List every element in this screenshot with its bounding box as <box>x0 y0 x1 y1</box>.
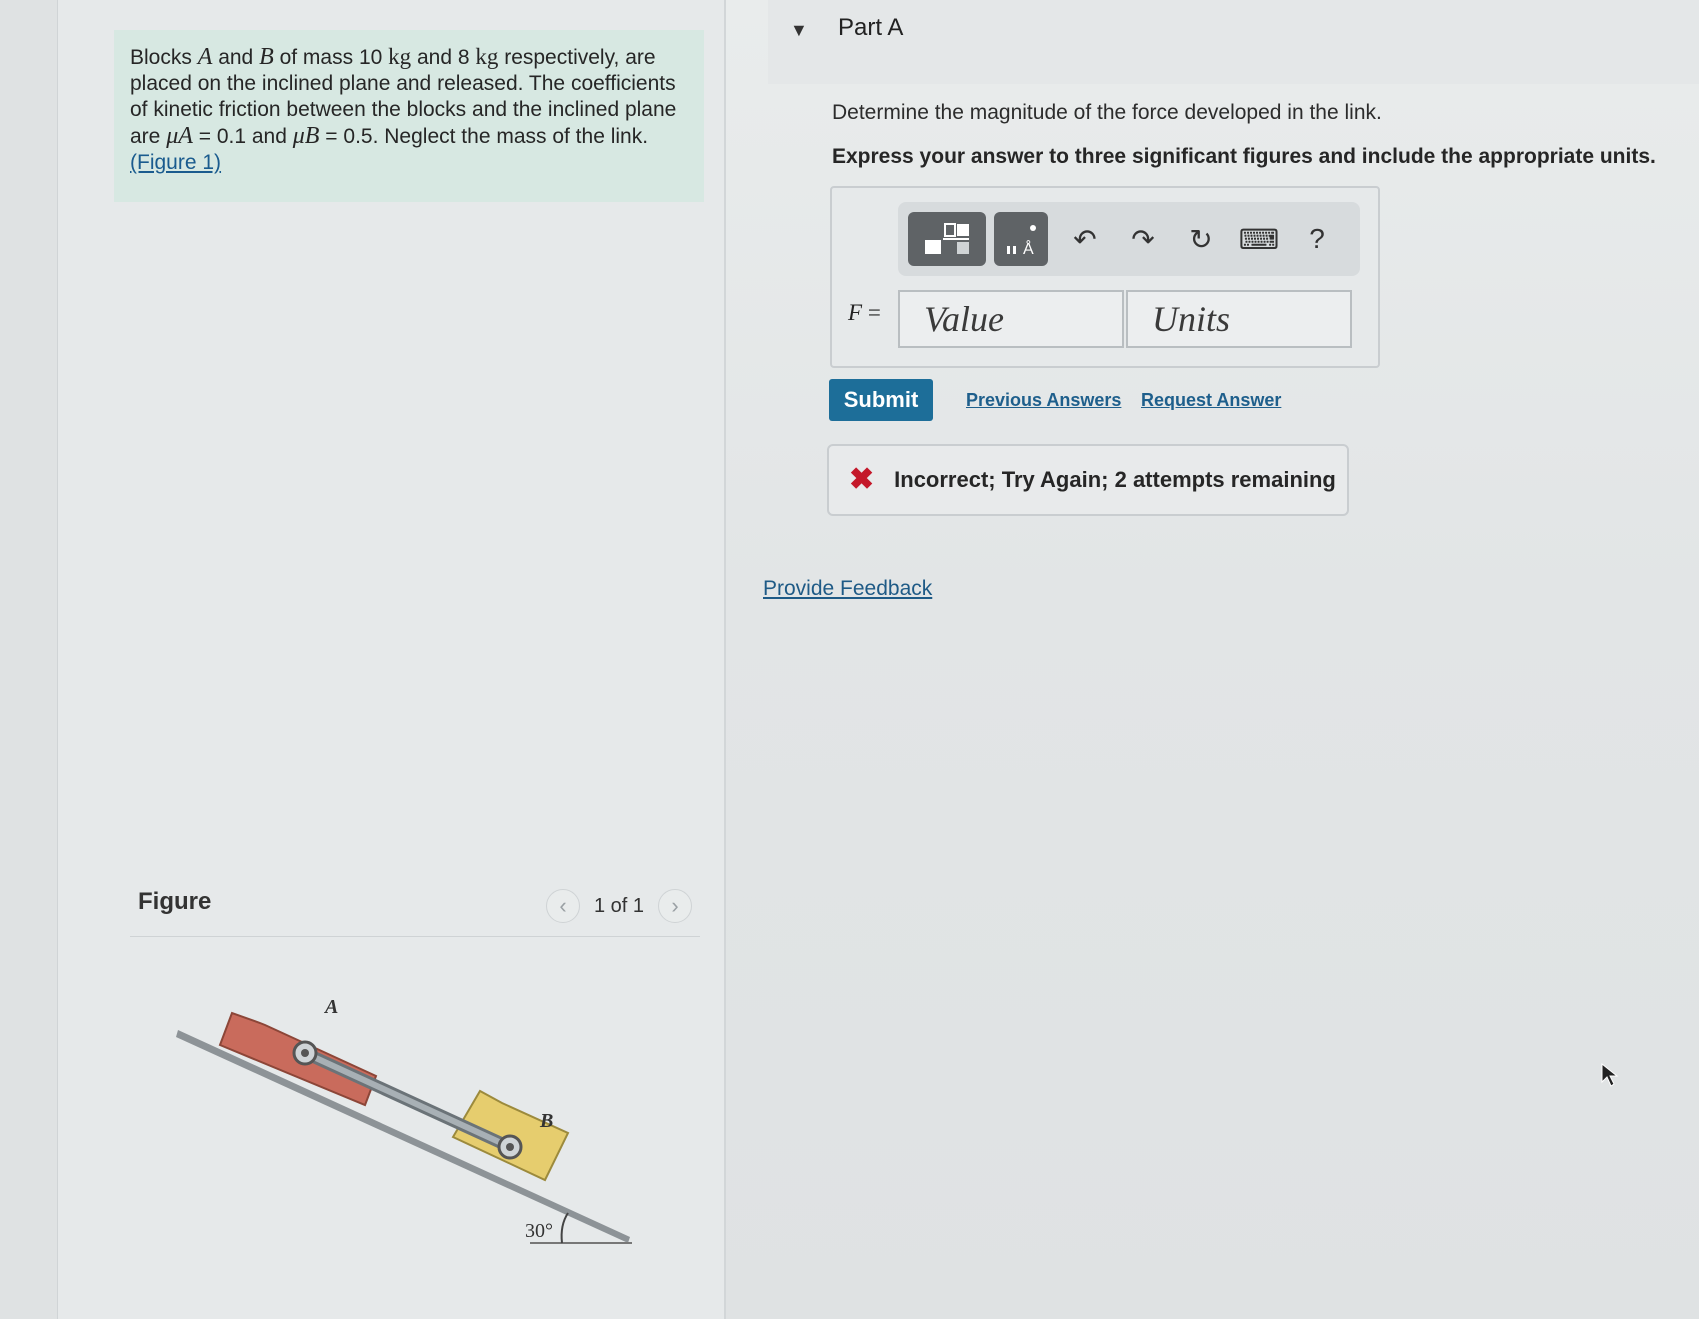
unit-kg: kg <box>388 44 412 69</box>
templates-icon[interactable] <box>908 212 986 266</box>
units-input[interactable] <box>1126 290 1352 348</box>
problem-statement: Blocks A and B of mass 10 kg and 8 kg re… <box>114 30 704 202</box>
submit-button[interactable]: Submit <box>829 379 933 421</box>
redo-icon[interactable]: ↷ <box>1114 212 1172 266</box>
undo-icon[interactable]: ↶ <box>1056 212 1114 266</box>
problem-text: Blocks <box>130 46 198 69</box>
instruction-text: Express your answer to three significant… <box>832 145 1656 168</box>
label-a: A <box>323 996 338 1018</box>
math-toolbar: Å ↶ ↷ ↻ ⌨ ? <box>898 202 1360 276</box>
label-b: B <box>539 1110 553 1132</box>
mu-a: μA <box>166 123 193 149</box>
problem-text: = 0.5. Neglect the mass of the link. <box>319 125 649 148</box>
unit-kg: kg <box>475 44 499 69</box>
feedback-text: Incorrect; Try Again; 2 attempts remaini… <box>894 467 1336 492</box>
request-answer-link[interactable]: Request Answer <box>1141 390 1281 411</box>
figure-link[interactable]: (Figure 1) <box>130 151 221 174</box>
pin-a-center <box>301 1049 309 1057</box>
chevron-left-icon[interactable]: ‹ <box>546 889 580 923</box>
figure-pager: ‹ 1 of 1 › <box>546 888 693 924</box>
feedback-message: ✖ Incorrect; Try Again; 2 attempts remai… <box>827 444 1349 516</box>
answer-var: F <box>848 300 863 325</box>
window-edge <box>0 0 58 1319</box>
part-title[interactable]: Part A <box>838 14 903 42</box>
divider <box>130 936 700 937</box>
figure-title: Figure <box>138 888 212 915</box>
value-input[interactable] <box>898 290 1124 348</box>
reset-icon[interactable]: ↻ <box>1172 212 1230 266</box>
pin-b-center <box>506 1143 514 1151</box>
answer-equals: = <box>862 300 881 325</box>
question-text: Determine the magnitude of the force dev… <box>832 101 1382 124</box>
help-icon[interactable]: ? <box>1288 212 1346 266</box>
angle-label: 30° <box>525 1220 553 1242</box>
var-b: B <box>259 44 274 70</box>
keyboard-icon[interactable]: ⌨ <box>1230 212 1288 266</box>
previous-answers-link[interactable]: Previous Answers <box>966 390 1121 411</box>
x-icon: ✖ <box>849 463 875 496</box>
incline-figure: A B 30° <box>176 996 632 1244</box>
problem-text: = 0.1 and <box>192 125 293 148</box>
angle-arc <box>560 1212 569 1244</box>
problem-text: and <box>212 46 260 69</box>
svg-text:Å: Å <box>1023 239 1034 256</box>
problem-text: and 8 <box>411 46 476 69</box>
figure-page-count: 1 of 1 <box>594 894 645 917</box>
part-header[interactable] <box>768 0 1699 84</box>
var-a: A <box>197 44 213 70</box>
mouse-cursor-icon <box>1601 1062 1619 1087</box>
mu-b: μB <box>292 123 320 149</box>
caret-down-icon[interactable]: ▼ <box>790 20 808 41</box>
problem-text: of mass 10 <box>273 46 389 69</box>
answer-label: F = <box>848 300 881 326</box>
chevron-right-icon[interactable]: › <box>658 889 693 923</box>
provide-feedback-link[interactable]: Provide Feedback <box>763 577 932 601</box>
units-templates-icon[interactable]: Å <box>994 212 1048 266</box>
